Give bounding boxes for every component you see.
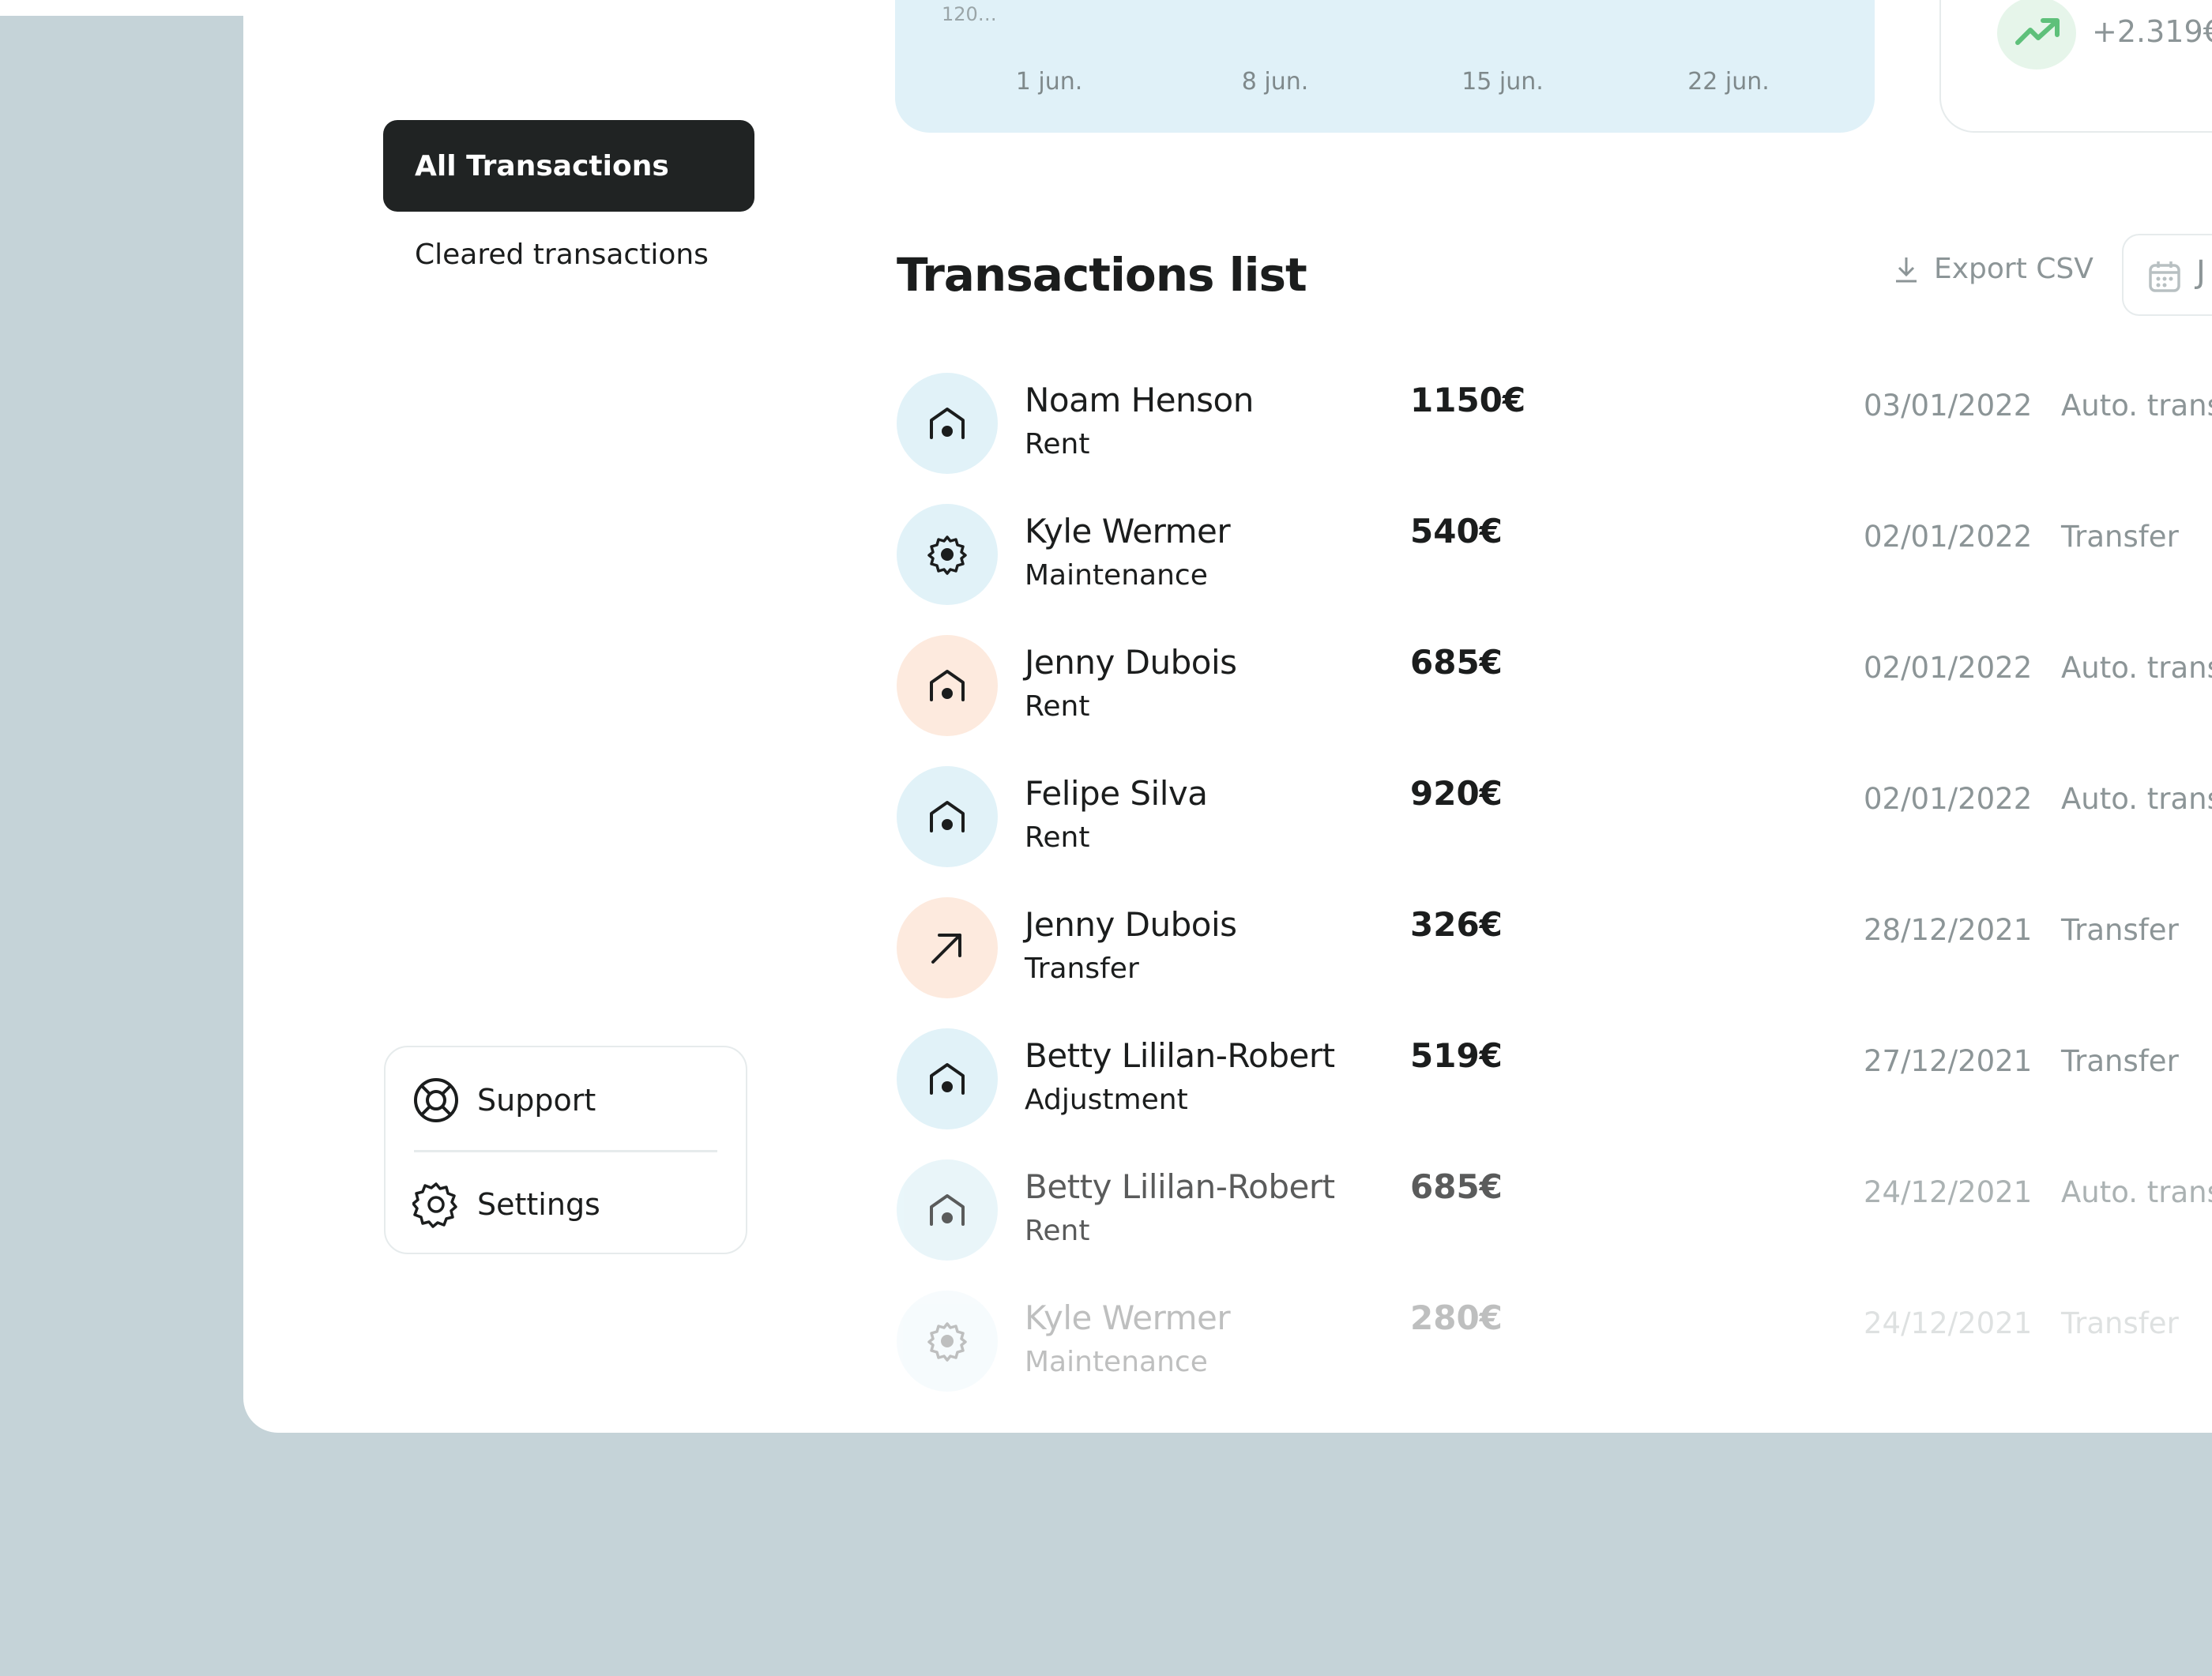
transaction-category: Transfer <box>1025 953 1139 985</box>
stat-value: +2.319€ <box>2092 14 2212 49</box>
x-tick-label: 8 jun. <box>1241 68 1309 96</box>
transaction-amount: 685€ <box>1410 643 1503 682</box>
table-row[interactable]: Kyle Wermer Maintenance 280€ 24/12/2021 … <box>897 1291 2212 1395</box>
payment-method: Auto. transfer <box>2061 782 2212 816</box>
transaction-date: 27/12/2021 <box>1864 1044 2033 1078</box>
home-icon <box>930 670 965 701</box>
payment-method: Transfer <box>2061 1306 2179 1340</box>
payer-name: Betty Lililan-Robert <box>1025 1036 1335 1075</box>
category-avatar <box>897 635 998 736</box>
payer-name: Noam Henson <box>1025 381 1254 419</box>
category-avatar <box>897 373 998 474</box>
table-row[interactable]: Noam Henson Rent 1150€ 03/01/2022 Auto. … <box>897 373 2212 477</box>
x-tick-label: 15 jun. <box>1462 68 1544 96</box>
chart-card <box>895 0 1875 133</box>
transaction-amount: 685€ <box>1410 1167 1503 1206</box>
table-row[interactable]: Jenny Dubois Transfer 326€ 28/12/2021 Tr… <box>897 897 2212 1001</box>
transaction-date: 24/12/2021 <box>1864 1306 2033 1340</box>
payer-name: Jenny Dubois <box>1025 905 1237 944</box>
settings-link[interactable]: Settings <box>412 1177 600 1232</box>
export-csv-button[interactable]: Export CSV <box>1893 253 2094 285</box>
transaction-category: Maintenance <box>1025 559 1208 592</box>
payment-method: Transfer <box>2061 520 2179 554</box>
page-title: Transactions list <box>897 248 1307 302</box>
transaction-date: 24/12/2021 <box>1864 1175 2033 1209</box>
payment-method: Transfer <box>2061 1044 2179 1078</box>
transaction-category: Rent <box>1025 1215 1090 1247</box>
transaction-amount: 326€ <box>1410 905 1503 944</box>
date-filter-label: J <box>2196 254 2206 291</box>
transaction-date: 28/12/2021 <box>1864 913 2033 947</box>
trending-up-icon <box>1997 0 2076 70</box>
x-tick-label: 1 jun. <box>1015 68 1083 96</box>
divider <box>414 1150 717 1152</box>
table-row[interactable]: Felipe Silva Rent 920€ 02/01/2022 Auto. … <box>897 766 2212 870</box>
transaction-category: Maintenance <box>1025 1346 1208 1378</box>
support-label: Support <box>477 1083 596 1118</box>
export-csv-label: Export CSV <box>1934 253 2094 285</box>
payment-method: Auto. transfer <box>2061 389 2212 423</box>
category-avatar <box>897 1028 998 1129</box>
nav-cleared-transactions[interactable]: Cleared transactions <box>415 239 709 271</box>
payment-method: Auto. transfer <box>2061 1175 2212 1209</box>
table-row[interactable]: Kyle Wermer Maintenance 540€ 02/01/2022 … <box>897 504 2212 608</box>
transaction-amount: 1150€ <box>1410 381 1526 419</box>
transaction-amount: 280€ <box>1410 1298 1503 1337</box>
payer-name: Betty Lililan-Robert <box>1025 1167 1335 1206</box>
transaction-amount: 920€ <box>1410 774 1503 813</box>
payer-name: Kyle Wermer <box>1025 1298 1231 1337</box>
transaction-amount: 519€ <box>1410 1036 1503 1075</box>
transaction-category: Rent <box>1025 821 1090 854</box>
transaction-date: 02/01/2022 <box>1864 782 2033 816</box>
home-icon <box>930 801 965 832</box>
gear-icon <box>412 1182 457 1228</box>
date-filter-button[interactable]: J <box>2122 234 2212 316</box>
arrow-up-right-icon <box>931 934 961 964</box>
x-tick-label: 22 jun. <box>1687 68 1770 96</box>
lifebuoy-icon <box>414 1078 458 1122</box>
calendar-icon <box>2149 261 2180 292</box>
payment-method: Transfer <box>2061 913 2179 947</box>
gear-icon <box>927 535 967 575</box>
transaction-date: 02/01/2022 <box>1864 651 2033 685</box>
gear-icon <box>927 1322 967 1362</box>
payer-name: Felipe Silva <box>1025 774 1208 813</box>
transaction-amount: 540€ <box>1410 512 1503 551</box>
nav-all-transactions[interactable]: All Transactions <box>383 120 754 212</box>
category-avatar <box>897 766 998 867</box>
table-row[interactable]: Betty Lililan-Robert Rent 685€ 24/12/202… <box>897 1159 2212 1264</box>
transaction-date: 02/01/2022 <box>1864 520 2033 554</box>
payer-name: Kyle Wermer <box>1025 512 1231 551</box>
settings-label: Settings <box>477 1187 600 1222</box>
home-icon <box>930 1063 965 1095</box>
transaction-category: Rent <box>1025 690 1090 723</box>
category-avatar <box>897 504 998 605</box>
transaction-category: Adjustment <box>1025 1084 1188 1116</box>
home-icon <box>930 408 965 439</box>
home-icon <box>930 1194 965 1226</box>
table-row[interactable]: Betty Lililan-Robert Adjustment 519€ 27/… <box>897 1028 2212 1133</box>
support-link[interactable]: Support <box>412 1073 596 1128</box>
support-card: Support Settings <box>384 1046 747 1254</box>
main-panel: 120… 1 jun. 8 jun. 15 jun. 22 jun. +2.31… <box>243 0 2212 1433</box>
transaction-date: 03/01/2022 <box>1864 389 2033 423</box>
category-avatar <box>897 897 998 998</box>
category-avatar <box>897 1159 998 1261</box>
transaction-category: Rent <box>1025 428 1090 460</box>
table-row[interactable]: Jenny Dubois Rent 685€ 02/01/2022 Auto. … <box>897 635 2212 739</box>
chart-y-tick-label: 120… <box>942 3 997 25</box>
category-avatar <box>897 1291 998 1392</box>
payment-method: Auto. transfer <box>2061 651 2212 685</box>
download-icon <box>1896 257 1917 282</box>
payer-name: Jenny Dubois <box>1025 643 1237 682</box>
